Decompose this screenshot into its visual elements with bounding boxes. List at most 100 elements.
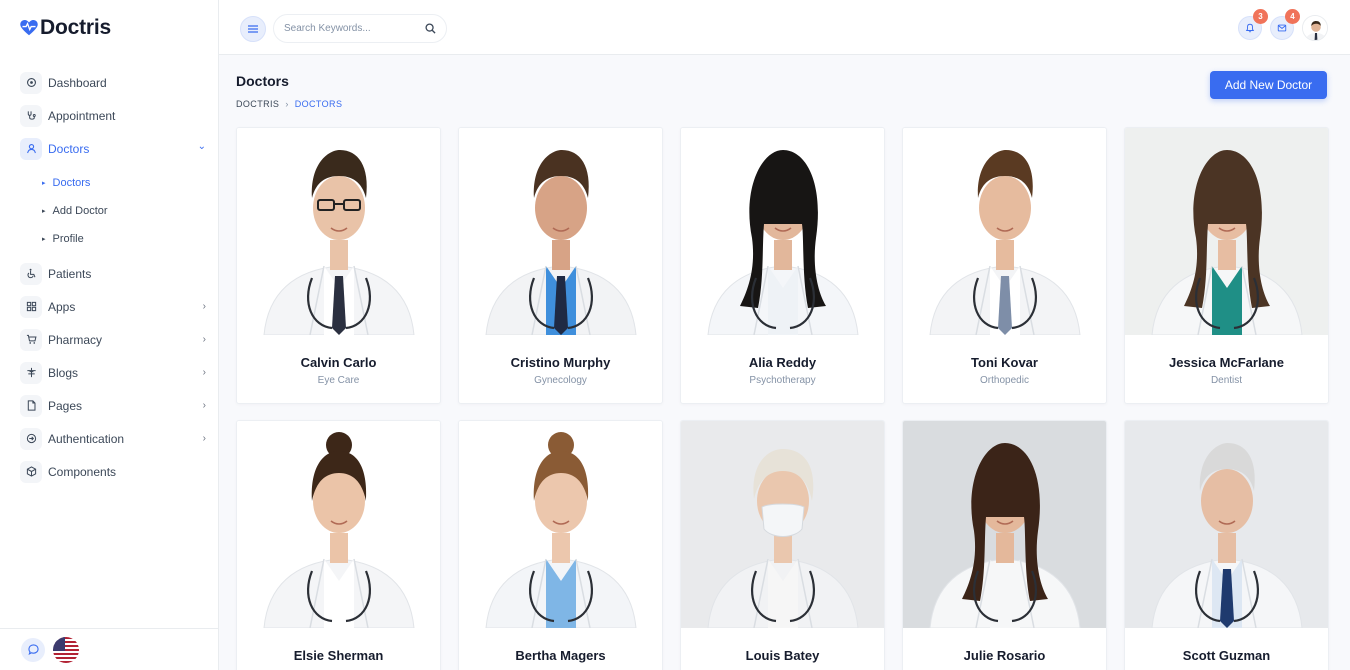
notifications-badge: 3: [1253, 9, 1268, 24]
doctor-photo[interactable]: [459, 128, 662, 335]
doctor-card[interactable]: Elsie Sherman: [236, 420, 441, 670]
doctor-name[interactable]: Cristino Murphy: [459, 355, 662, 370]
sidebar-item-dashboard[interactable]: Dashboard: [0, 66, 218, 99]
submenu-item-label: Doctors: [52, 177, 91, 189]
doctor-card[interactable]: Scott Guzman: [1124, 420, 1329, 670]
sidebar-item-label: Patients: [48, 266, 92, 281]
us-flag-icon[interactable]: [53, 636, 79, 663]
brand-logo[interactable]: Doctris: [0, 0, 218, 56]
sidebar-item-patients[interactable]: Patients: [0, 257, 218, 290]
notifications-button[interactable]: 3: [1238, 9, 1268, 40]
chevron-down-icon: ⌄: [197, 140, 206, 152]
search-icon[interactable]: [425, 23, 436, 34]
sidebar-item-components[interactable]: Components: [0, 455, 218, 488]
doctor-specialty: Dentist: [1210, 375, 1243, 386]
doctor-photo[interactable]: [1125, 421, 1328, 628]
doctor-name[interactable]: Scott Guzman: [1125, 648, 1328, 663]
sidebar-item-appointment[interactable]: Appointment: [0, 99, 218, 132]
messages-badge: 4: [1285, 9, 1300, 24]
doctor-photo[interactable]: [459, 421, 662, 628]
bullet-icon: ▸: [42, 208, 46, 215]
chat-icon: [27, 644, 39, 655]
grid-icon: [20, 295, 42, 318]
doctor-photo[interactable]: [681, 421, 884, 628]
doctors-submenu: ▸ Doctors ▸ Add Doctor ▸ Profile: [0, 165, 218, 257]
sidebar-item-pharmacy[interactable]: Pharmacy ›: [0, 323, 218, 356]
home-icon: [20, 71, 42, 94]
doctor-specialty: Eye Care: [317, 375, 360, 386]
doctor-name[interactable]: Toni Kovar: [903, 355, 1106, 370]
sidebar-footer: [0, 628, 218, 670]
doctor-specialty: Gynecology: [534, 375, 587, 386]
sidebar-item-label: Blogs: [48, 365, 79, 380]
doctor-card[interactable]: Bertha Magers: [458, 420, 663, 670]
doctor-name[interactable]: Calvin Carlo: [237, 355, 440, 370]
stethoscope-icon: [20, 104, 42, 127]
doctor-photo[interactable]: [1125, 128, 1328, 335]
search-input[interactable]: [284, 23, 425, 34]
breadcrumb-separator-icon: ›: [285, 99, 289, 109]
cart-icon: [20, 328, 42, 351]
sidebar-item-label: Components: [48, 464, 117, 479]
doctor-card[interactable]: Toni Kovar Orthopedic: [902, 127, 1107, 404]
bullet-icon: ▸: [42, 236, 46, 243]
login-icon: [20, 427, 42, 450]
doctor-card[interactable]: Julie Rosario: [902, 420, 1107, 670]
doctor-name[interactable]: Alia Reddy: [681, 355, 884, 370]
bullet-icon: ▸: [42, 180, 46, 187]
doctor-photo[interactable]: [903, 421, 1106, 628]
sidebar-item-label: Appointment: [48, 108, 116, 123]
submenu-item-label: Add Doctor: [52, 205, 108, 217]
topbar-actions: 3 4: [1238, 9, 1328, 41]
sidebar-item-label: Doctors: [48, 141, 90, 156]
submenu-item-label: Profile: [52, 233, 84, 245]
doctor-name[interactable]: Julie Rosario: [903, 648, 1106, 663]
submenu-item-doctors[interactable]: ▸ Doctors: [0, 169, 218, 197]
doctor-card[interactable]: Calvin Carlo Eye Care: [236, 127, 441, 404]
doctor-card[interactable]: Alia Reddy Psychotherapy: [680, 127, 885, 404]
heart-logo-icon: [20, 20, 38, 36]
chat-button[interactable]: [21, 637, 45, 662]
wheelchair-icon: [20, 262, 42, 285]
user-avatar[interactable]: [1302, 15, 1328, 41]
submenu-item-profile[interactable]: ▸ Profile: [0, 225, 218, 253]
doctor-name[interactable]: Jessica McFarlane: [1125, 355, 1328, 370]
doctor-name[interactable]: Louis Batey: [681, 648, 884, 663]
doctor-card[interactable]: Louis Batey: [680, 420, 885, 670]
doctor-name[interactable]: Elsie Sherman: [237, 648, 440, 663]
topbar: 3 4: [219, 0, 1350, 55]
sidebar-item-authentication[interactable]: Authentication ›: [0, 422, 218, 455]
sidebar-item-label: Dashboard: [48, 75, 107, 90]
file-icon: [20, 394, 42, 417]
doctor-specialty: Orthopedic: [980, 375, 1029, 386]
sidebar-menu: Dashboard Appointment Doctors ⌄ ▸ Doctors ▸ Add…: [0, 56, 218, 488]
chevron-right-icon: ›: [202, 301, 206, 312]
doctor-photo[interactable]: [237, 421, 440, 628]
sidebar-item-blogs[interactable]: Blogs ›: [0, 356, 218, 389]
search-box: [273, 14, 447, 43]
add-new-doctor-button[interactable]: Add New Doctor: [1210, 71, 1327, 99]
breadcrumb-current: DOCTORS: [294, 99, 343, 109]
sidebar-item-label: Apps: [48, 299, 76, 314]
sidebar-item-apps[interactable]: Apps ›: [0, 290, 218, 323]
breadcrumb-home[interactable]: DOCTRIS: [236, 99, 279, 109]
doctor-grid: Calvin Carlo Eye Care Cristino Murphy Gyne…: [236, 127, 1329, 670]
doctor-name[interactable]: Bertha Magers: [459, 648, 662, 663]
doctor-card[interactable]: Cristino Murphy Gynecology: [458, 127, 663, 404]
sidebar-icon: [20, 361, 42, 384]
menu-toggle-button[interactable]: [240, 16, 266, 42]
submenu-item-add-doctor[interactable]: ▸ Add Doctor: [0, 197, 218, 225]
messages-button[interactable]: 4: [1270, 9, 1300, 40]
doctor-photo[interactable]: [237, 128, 440, 335]
mail-icon: [1277, 24, 1287, 32]
sidebar-item-label: Pages: [48, 398, 83, 413]
doctor-photo[interactable]: [903, 128, 1106, 335]
breadcrumb: DOCTRIS › DOCTORS: [236, 99, 342, 109]
sidebar-item-doctors[interactable]: Doctors ⌄: [0, 132, 218, 165]
sidebar-item-pages[interactable]: Pages ›: [0, 389, 218, 422]
doctor-photo[interactable]: [681, 128, 884, 335]
chevron-right-icon: ›: [202, 400, 206, 411]
doctor-card[interactable]: Jessica McFarlane Dentist: [1124, 127, 1329, 404]
bell-icon: [1245, 23, 1255, 33]
page-title: Doctors: [236, 73, 289, 89]
